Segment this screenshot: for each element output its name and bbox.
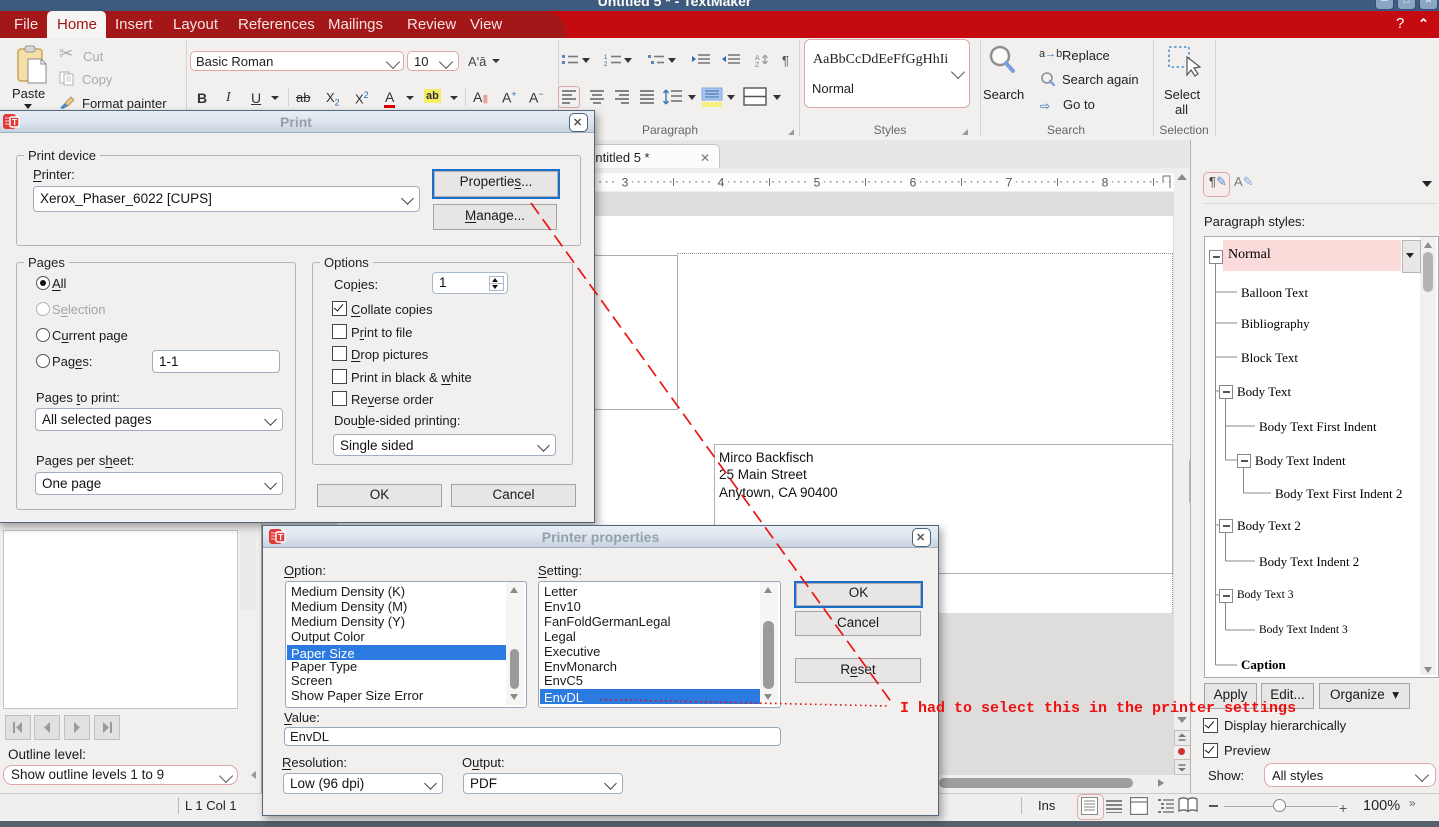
svg-text:T: T xyxy=(278,532,284,542)
svg-text:A: A xyxy=(755,55,760,62)
svg-text:T: T xyxy=(12,117,18,127)
svg-text:Z: Z xyxy=(755,62,760,69)
svg-text:1: 1 xyxy=(604,55,608,61)
svg-text:8: 8 xyxy=(1102,176,1109,190)
svg-text:5: 5 xyxy=(814,176,821,190)
svg-text:4: 4 xyxy=(718,176,725,190)
svg-text:3: 3 xyxy=(622,176,629,190)
svg-text:6: 6 xyxy=(910,176,917,190)
svg-text:7: 7 xyxy=(1006,176,1013,190)
svg-text:¶: ¶ xyxy=(782,53,789,68)
svg-text:2: 2 xyxy=(604,62,608,68)
